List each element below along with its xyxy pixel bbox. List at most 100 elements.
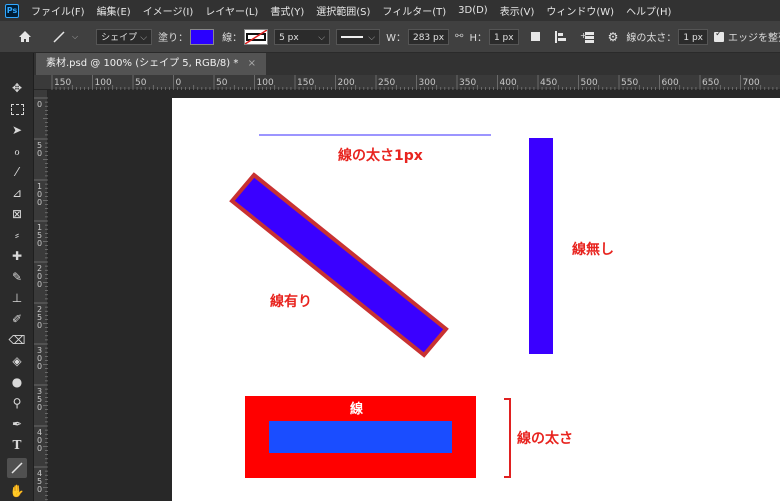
vertical-ruler: 050100150200250300350400450 xyxy=(34,90,48,501)
stroke-demo-inner-rect xyxy=(269,421,452,453)
close-icon[interactable]: × xyxy=(248,58,256,69)
line-tool-icon[interactable] xyxy=(7,458,27,478)
move-tool-icon[interactable]: ✥ xyxy=(7,78,27,98)
menu-file[interactable]: ファイル(F) xyxy=(25,3,91,18)
fill-label: 塗り： xyxy=(158,33,189,44)
height-field[interactable]: 1 px xyxy=(488,28,519,45)
mode-select[interactable]: シェイプ ⌵ xyxy=(96,28,153,45)
ruler-top-label: 500 xyxy=(581,78,598,88)
ruler-top-label: 400 xyxy=(500,78,517,88)
menu-edit[interactable]: 編集(E) xyxy=(91,3,137,18)
fill-color-swatch[interactable] xyxy=(190,28,215,45)
vertical-no-stroke-rect-shape xyxy=(529,138,553,354)
canvas-area[interactable]: 線の太さ1px 線有り 線無し 線 線の太さ xyxy=(48,90,780,501)
width-field[interactable]: 283 px xyxy=(407,28,450,45)
clone-stamp-tool-icon[interactable]: ⊥ xyxy=(7,288,27,308)
ruler-left-label: 0 xyxy=(37,444,42,453)
ruler-top-label: 50 xyxy=(135,78,147,88)
document-tab-bar: ›› 素材.psd @ 100% (シェイプ 5, RGB/8) * × xyxy=(0,53,780,75)
ruler-left-label: 0 xyxy=(37,321,42,330)
document-canvas[interactable]: 線の太さ1px 線有り 線無し 線 線の太さ xyxy=(172,98,780,501)
bracket-shape xyxy=(504,398,511,478)
stroke-type-select[interactable]: ⌵ xyxy=(336,28,381,45)
crop-tool-icon[interactable]: ⊿ xyxy=(7,183,27,203)
ruler-top-label: 100 xyxy=(257,78,274,88)
magic-wand-tool-icon[interactable]: ⁄ xyxy=(7,162,27,182)
ruler-top-label: 250 xyxy=(378,78,395,88)
menu-select[interactable]: 選択範囲(S) xyxy=(310,3,376,18)
ruler-left-label: 0 xyxy=(37,239,42,248)
menu-image[interactable]: イメージ(I) xyxy=(137,3,200,18)
ruler-left-label: 0 xyxy=(37,280,42,289)
with-stroke-label: 線有り xyxy=(270,294,312,310)
menu-help[interactable]: ヘルプ(H) xyxy=(620,3,677,18)
history-brush-tool-icon[interactable]: ✐ xyxy=(7,309,27,329)
menu-bar: Ps ファイル(F) 編集(E) イメージ(I) レイヤー(L) 書式(Y) 選… xyxy=(0,0,780,21)
no-stroke-label: 線無し xyxy=(572,242,614,258)
menu-3d[interactable]: 3D(D) xyxy=(452,5,494,16)
horizontal-ruler: 150 100 50 0 50 100 150 200 250 300 350 400 450 500 55… xyxy=(34,75,780,90)
menu-window[interactable]: ウィンドウ(W) xyxy=(540,3,620,18)
stroke-width-field[interactable]: 5 px ⌵ xyxy=(274,28,331,45)
thin-line-label: 線の太さ1px xyxy=(338,148,423,164)
stroke-type-line-icon xyxy=(341,36,364,38)
ruler-left-label: 0 xyxy=(37,485,42,494)
dodge-tool-icon[interactable]: ⚲ xyxy=(7,393,27,413)
healing-brush-tool-icon[interactable]: ✚ xyxy=(7,246,27,266)
hand-tool-icon[interactable]: ✋ xyxy=(7,481,27,501)
chevron-down-icon: ⌵ xyxy=(72,31,79,41)
ruler-top-label: 350 xyxy=(459,78,476,88)
weight-label: 線の太さ： xyxy=(626,33,677,44)
align-edges-checkbox[interactable]: ✓ xyxy=(714,28,725,42)
eraser-tool-icon[interactable]: ⌫ xyxy=(7,330,27,350)
chevron-down-icon: ⌵ xyxy=(318,32,326,43)
path-arrangement-icon[interactable]: + xyxy=(580,30,596,44)
ruler-left-label: 0 xyxy=(37,403,42,412)
path-alignment-icon[interactable] xyxy=(554,30,568,44)
ruler-top-label: 300 xyxy=(419,78,436,88)
checkmark-icon: ✓ xyxy=(715,28,723,39)
gear-icon[interactable]: ⚙ xyxy=(608,30,619,44)
menu-layer[interactable]: レイヤー(L) xyxy=(199,3,264,18)
diagonal-stroked-rect-shape xyxy=(229,172,449,358)
marquee-tool-icon[interactable] xyxy=(7,99,27,119)
height-label: H： xyxy=(469,33,487,44)
chevron-down-icon: ⌵ xyxy=(140,32,148,43)
brush-tool-icon[interactable]: ✎ xyxy=(7,267,27,287)
ruler-top-label: 50 xyxy=(216,78,228,88)
frame-tool-icon[interactable]: ⊠ xyxy=(7,204,27,224)
blur-tool-icon[interactable]: ● xyxy=(7,372,27,392)
pen-tool-icon[interactable]: ✒ xyxy=(7,414,27,434)
lasso-tool-icon[interactable]: ℴ xyxy=(7,141,27,161)
eyedropper-tool-icon[interactable]: ⸗ xyxy=(7,225,27,245)
line-tool-preset-icon[interactable]: ⌵ xyxy=(52,30,78,44)
photoshop-logo-icon: Ps xyxy=(5,3,19,18)
direct-selection-tool-icon[interactable]: ➤ xyxy=(7,120,27,140)
weight-field[interactable]: 1 px xyxy=(678,28,709,45)
home-icon[interactable] xyxy=(18,30,32,43)
ruler-top-label: 150 xyxy=(54,78,71,88)
ruler-top-label: 200 xyxy=(338,78,355,88)
tools-panel: ✥ ➤ ℴ ⁄ ⊿ ⊠ ⸗ ✚ ✎ ⊥ ✐ ⌫ ◈ ● ⚲ ✒ T ✋ xyxy=(0,53,34,501)
menu-type[interactable]: 書式(Y) xyxy=(264,3,310,18)
stroke-weight-label: 線の太さ xyxy=(517,431,573,447)
mode-select-value: シェイプ xyxy=(101,32,138,43)
path-operations-icon[interactable] xyxy=(530,32,540,41)
canvas-shapes xyxy=(229,134,553,478)
link-dimensions-icon[interactable]: ⚯ xyxy=(455,31,463,42)
menu-view[interactable]: 表示(V) xyxy=(494,3,541,18)
document-tab[interactable]: 素材.psd @ 100% (シェイプ 5, RGB/8) * × xyxy=(36,53,266,75)
stroke-label: 線： xyxy=(222,33,243,44)
type-tool-icon[interactable]: T xyxy=(7,435,27,455)
ruler-top-label: 100 xyxy=(95,78,112,88)
stroke-color-swatch[interactable] xyxy=(244,28,269,45)
ruler-left-label: 0 xyxy=(37,100,42,109)
paint-bucket-tool-icon[interactable]: ◈ xyxy=(7,351,27,371)
align-edges-label: エッジを整列 xyxy=(728,33,780,44)
stroke-width-value: 5 px xyxy=(279,32,299,43)
ruler-left-label: 0 xyxy=(37,362,42,371)
ruler-top-label: 650 xyxy=(702,78,719,88)
menu-filter[interactable]: フィルター(T) xyxy=(376,3,452,18)
ruler-top-label: 550 xyxy=(621,78,638,88)
ruler-left-label: 0 xyxy=(37,149,42,158)
